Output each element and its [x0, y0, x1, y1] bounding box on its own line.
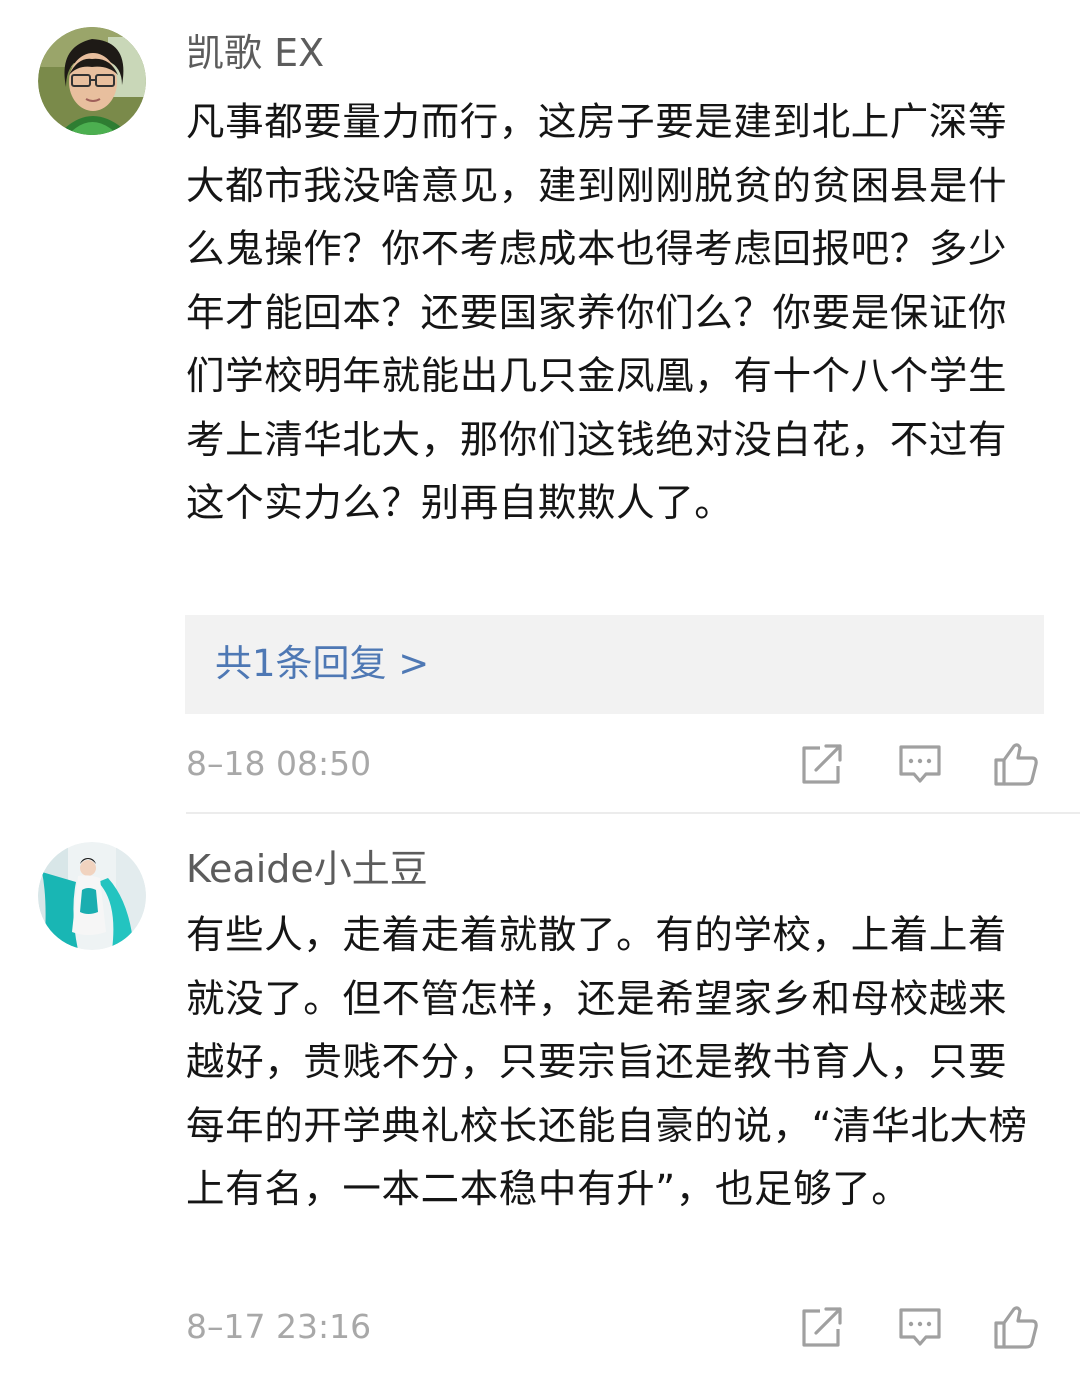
share-button[interactable] [798, 1303, 846, 1351]
username[interactable]: 凯歌 EX [186, 30, 324, 76]
share-icon [802, 744, 842, 784]
comment-icon [899, 1308, 941, 1346]
view-replies-link[interactable]: 共1条回复 > [215, 639, 429, 689]
avatar[interactable] [38, 27, 146, 135]
reply-button[interactable] [896, 1303, 944, 1351]
thumbs-up-icon [994, 1306, 1038, 1349]
avatar-woman-teal-dress-icon [38, 842, 146, 950]
username[interactable]: Keaide小土豆 [186, 846, 428, 892]
comment-text: 凡事都要量力而行，这房子要是建到北上广深等大都市我没啥意见，建到刚刚脱贫的贫困县… [186, 100, 1008, 526]
share-icon [802, 1307, 842, 1347]
comment-item: 凯歌 EX 凡事都要量力而行，这房子要是建到北上广深等大都市我没啥意见，建到刚刚… [0, 0, 1080, 812]
comment-text: 有些人，走着走着就散了。有的学校，上着上着就没了。但不管怎样，还是希望家乡和母校… [186, 913, 1028, 1212]
like-button[interactable] [992, 740, 1040, 788]
reply-button[interactable] [896, 740, 944, 788]
share-button[interactable] [798, 740, 846, 788]
replies-box[interactable]: 共1条回复 > [185, 615, 1044, 714]
thumbs-up-icon [994, 743, 1038, 786]
timestamp: 8–17 23:16 [186, 1307, 372, 1346]
avatar[interactable] [38, 842, 146, 950]
like-button[interactable] [992, 1303, 1040, 1351]
avatar-glasses-man-icon [38, 27, 146, 135]
timestamp: 8–18 08:50 [186, 744, 372, 783]
comment-item: Keaide小土豆 有些人，走着走着就散了。有的学校，上着上着就没了。但不管怎样… [0, 814, 1080, 1390]
comment-icon [899, 745, 941, 783]
